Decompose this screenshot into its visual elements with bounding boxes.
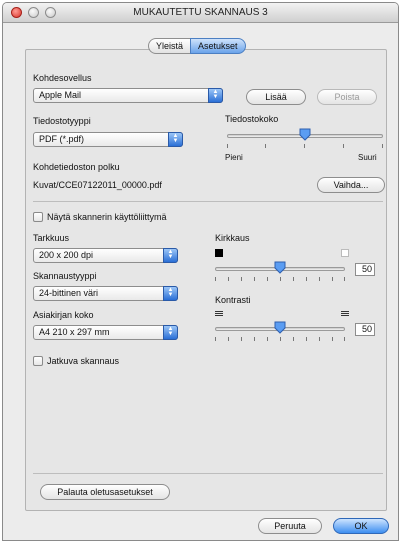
popup-arrows-icon: ▲ ▼	[163, 286, 178, 301]
file-size-slider-knob[interactable]	[299, 128, 311, 141]
popup-arrows-icon: ▲ ▼	[163, 248, 178, 263]
tick-mark	[265, 144, 266, 148]
tick-mark	[306, 277, 307, 281]
file-size-min-label: Pieni	[225, 153, 243, 162]
cancel-button[interactable]: Peruuta	[258, 518, 322, 534]
scan-type-value: 24-bittinen väri	[39, 288, 99, 298]
contrast-label: Kontrasti	[215, 295, 251, 305]
tick-mark	[293, 337, 294, 341]
tick-mark	[241, 337, 242, 341]
change-path-button[interactable]: Vaihda...	[317, 177, 385, 193]
light-square-icon	[341, 249, 349, 257]
document-size-select[interactable]: A4 210 x 297 mm ▲ ▼	[33, 325, 178, 340]
tick-mark	[241, 277, 242, 281]
tick-mark	[382, 144, 383, 148]
tick-mark	[344, 277, 345, 281]
line-stroke	[215, 311, 223, 312]
tick-mark	[215, 337, 216, 341]
dialog-window: MUKAUTETTU SKANNAUS 3 Yleistä Asetukset …	[2, 2, 399, 541]
tick-mark	[319, 277, 320, 281]
line-stroke	[215, 315, 223, 316]
contrast-slider-knob[interactable]	[274, 321, 286, 334]
file-type-select[interactable]: PDF (*.pdf) ▲ ▼	[33, 132, 183, 147]
tick-mark	[293, 277, 294, 281]
resolution-label: Tarkkuus	[33, 233, 70, 243]
line-stroke	[341, 311, 349, 312]
tick-mark	[228, 337, 229, 341]
tick-mark	[306, 337, 307, 341]
tick-mark	[228, 277, 229, 281]
popup-arrows-icon: ▲ ▼	[208, 88, 223, 103]
tick-mark	[254, 337, 255, 341]
file-type-label: Tiedostotyyppi	[33, 116, 91, 126]
popup-arrows-icon: ▲ ▼	[168, 132, 183, 147]
popup-arrows-icon: ▲ ▼	[163, 325, 178, 340]
tick-mark	[215, 277, 216, 281]
file-type-value: PDF (*.pdf)	[39, 134, 85, 144]
high-contrast-icon	[341, 311, 349, 318]
line-stroke	[341, 313, 349, 314]
tick-mark	[344, 337, 345, 341]
section-divider	[33, 201, 383, 202]
show-interface-label: Näytä skannerin käyttöliittymä	[47, 212, 167, 222]
brightness-ticks	[215, 277, 345, 281]
add-button[interactable]: Lisää	[246, 89, 306, 105]
tick-mark	[267, 337, 268, 341]
continuous-scan-checkbox[interactable]	[33, 356, 43, 366]
dark-square-icon	[215, 249, 223, 257]
target-app-value: Apple Mail	[39, 90, 82, 100]
tab-bar: Yleistä Asetukset	[148, 38, 246, 54]
target-app-label: Kohdesovellus	[33, 73, 92, 83]
low-contrast-icon	[215, 311, 223, 318]
line-stroke	[341, 315, 349, 316]
tick-mark	[254, 277, 255, 281]
tick-mark	[332, 337, 333, 341]
resolution-select[interactable]: 200 x 200 dpi ▲ ▼	[33, 248, 178, 263]
continuous-scan-label: Jatkuva skannaus	[47, 356, 120, 366]
resolution-value: 200 x 200 dpi	[39, 250, 94, 260]
footer-divider	[33, 473, 383, 474]
contrast-ticks	[215, 337, 345, 341]
file-size-ticks	[227, 144, 383, 148]
brightness-value-field[interactable]: 50	[355, 263, 375, 276]
tick-mark	[304, 144, 305, 148]
file-path-label: Kohdetiedoston polku	[33, 162, 120, 172]
window-title: MUKAUTETTU SKANNAUS 3	[133, 7, 268, 18]
tick-mark	[280, 337, 281, 341]
tab-general[interactable]: Yleistä	[148, 38, 191, 54]
tick-mark	[332, 277, 333, 281]
title-bar: MUKAUTETTU SKANNAUS 3	[3, 3, 398, 23]
tick-mark	[267, 277, 268, 281]
file-path-value: Kuvat/CCE07122011_00000.pdf	[33, 180, 162, 190]
document-size-value: A4 210 x 297 mm	[39, 327, 110, 337]
tick-mark	[343, 144, 344, 148]
scan-type-select[interactable]: 24-bittinen väri ▲ ▼	[33, 286, 178, 301]
tick-mark	[319, 337, 320, 341]
brightness-label: Kirkkaus	[215, 233, 250, 243]
contrast-value-field[interactable]: 50	[355, 323, 375, 336]
file-size-max-label: Suuri	[358, 153, 377, 162]
ok-button[interactable]: OK	[333, 518, 389, 534]
remove-button[interactable]: Poista	[317, 89, 377, 105]
show-interface-checkbox[interactable]	[33, 212, 43, 222]
restore-defaults-button[interactable]: Palauta oletusasetukset	[40, 484, 170, 500]
target-app-select[interactable]: Apple Mail ▲ ▼	[33, 88, 223, 103]
line-stroke	[215, 313, 223, 314]
brightness-slider-knob[interactable]	[274, 261, 286, 274]
scan-type-label: Skannaustyyppi	[33, 271, 97, 281]
tick-mark	[227, 144, 228, 148]
tick-mark	[280, 277, 281, 281]
file-size-label: Tiedostokoko	[225, 114, 279, 124]
tab-settings[interactable]: Asetukset	[190, 38, 246, 54]
document-size-label: Asiakirjan koko	[33, 310, 94, 320]
